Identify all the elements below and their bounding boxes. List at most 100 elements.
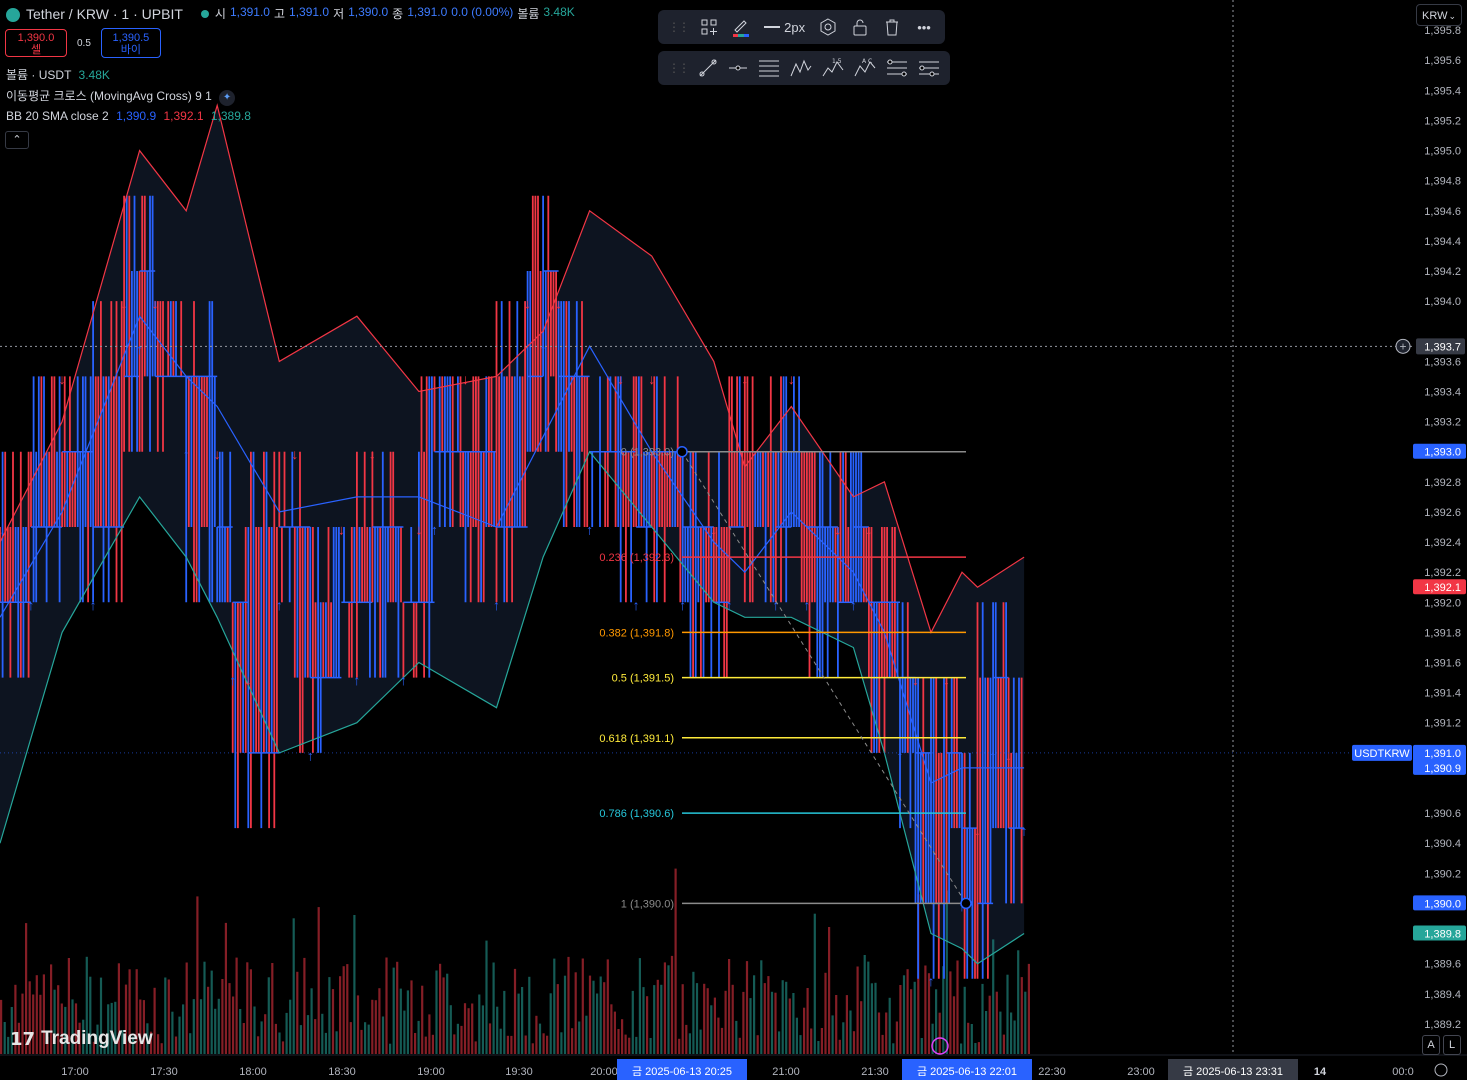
volume-bar: [442, 977, 445, 1054]
pattern-icon[interactable]: [790, 56, 812, 80]
sparkle-icon[interactable]: ✦: [219, 90, 236, 106]
volume-bar: [781, 980, 784, 1054]
volume-bar: [224, 922, 227, 1054]
lock-icon[interactable]: [849, 15, 871, 39]
volume-bar: [810, 1028, 813, 1054]
abc-pattern-icon[interactable]: A C: [854, 56, 876, 80]
buy-button[interactable]: 1,390.5 바이: [100, 28, 161, 58]
volume-bar: [339, 976, 342, 1054]
volume-bar: [710, 1005, 713, 1054]
volume-bar: [378, 988, 381, 1054]
volume-bar: [1002, 1034, 1005, 1054]
volume-bar: [306, 1015, 310, 1054]
volume-bar: [292, 918, 295, 1054]
fib-anchor-handle[interactable]: [676, 445, 688, 458]
volume-bar: [849, 1010, 852, 1054]
volume-bar: [581, 958, 584, 1054]
chart-settings-icon[interactable]: [1434, 1063, 1448, 1077]
volume-bar: [1006, 974, 1009, 1054]
settings-icon[interactable]: [817, 15, 839, 39]
price-axis-tick: 1,395.6: [1424, 55, 1461, 67]
volume-bar: [667, 965, 670, 1054]
volume-bar: [232, 996, 235, 1054]
tradingview-wordmark: TradingView: [41, 1028, 153, 1049]
volume-bar: [317, 907, 320, 1054]
drawing-toolbar-top: ⋮⋮ 2px •••: [658, 10, 945, 44]
sell-signal-arrow: ↓: [912, 672, 919, 688]
volume-bar: [506, 1035, 509, 1054]
bb-legend[interactable]: BB 20 SMA close 2 1,390.9 1,392.1 1,389.…: [6, 109, 251, 123]
volume-bar: [417, 1020, 420, 1054]
fib-channel-icon[interactable]: [886, 56, 908, 80]
volume-bar: [528, 976, 531, 1054]
volume-bar: [399, 988, 402, 1054]
sell-signal-arrow: ↓: [415, 522, 422, 538]
volume-bar: [874, 982, 877, 1054]
volume-bar: [517, 993, 520, 1054]
volume-bar: [310, 988, 313, 1054]
volume-bar: [242, 1023, 245, 1054]
drag-handle-icon[interactable]: ⋮⋮: [668, 20, 690, 34]
price-chart[interactable]: ↓ ↑ ↓ ↑ ↓ ↑ ↓ ↑ ↓ ↑ ↓ ↑ ↓ ↑ ↓ ↑ ↓ ↑ ↓ ↑ ↓ ↑ ↓ ↑ ↓ ↑ ↓ ↑ ↓ ↑ ↓ ↑ ↓ ↑ ↓ ↑ ↓ ↑ ↓ ↑…: [0, 0, 1467, 1080]
fib-anchor-handle[interactable]: [960, 897, 972, 910]
trend-line-icon[interactable]: [698, 56, 718, 80]
volume-bar: [596, 993, 599, 1054]
trash-icon[interactable]: [881, 15, 903, 39]
volume-bar: [456, 1023, 459, 1054]
tradingview-logo[interactable]: 𝟭𝟳 TradingView: [10, 1028, 153, 1050]
volume-bar: [892, 1043, 895, 1054]
ma-cross-legend[interactable]: 이동평균 크로스 (MovingAvg Cross) 9 1 ✦: [6, 87, 236, 106]
volume-bar: [774, 992, 777, 1054]
volume-bar: [656, 979, 659, 1054]
volume-bar: [852, 1031, 856, 1054]
volume-bar: [196, 896, 199, 1054]
more-icon[interactable]: •••: [913, 15, 935, 39]
volume-bar: [738, 1037, 741, 1054]
spread-value: 0.5: [77, 37, 91, 49]
fib-extension-icon[interactable]: [918, 56, 940, 80]
volume-bar: [167, 979, 170, 1054]
buy-signal-arrow: ↑: [493, 597, 500, 613]
buy-signal-arrow: ↑: [136, 341, 143, 357]
buy-signal-arrow: ↑: [229, 672, 236, 688]
volume-bar: [571, 1028, 574, 1054]
time-axis-tick: 19:30: [505, 1066, 533, 1078]
sell-button[interactable]: 1,390.0 셀: [5, 29, 67, 57]
templates-icon[interactable]: [698, 15, 720, 39]
symbol-header: Tether / KRW · 1 · UPBIT 시 1,391.0 고 1,391…: [6, 5, 575, 22]
fib-retracement-icon[interactable]: [758, 56, 780, 80]
sell-signal-arrow: ↓: [710, 522, 717, 538]
volume-bar: [431, 1034, 434, 1054]
drag-handle-icon[interactable]: ⋮⋮: [668, 61, 690, 75]
elliott-wave-icon[interactable]: 1 5: [822, 56, 844, 80]
currency-selector[interactable]: KRW ⌄: [1416, 4, 1462, 26]
volume-bar: [481, 1005, 484, 1054]
line-width-button[interactable]: 2px: [762, 15, 808, 39]
log-scale-button[interactable]: L: [1443, 1035, 1461, 1055]
collapse-legend-button[interactable]: ⌃: [5, 131, 29, 149]
price-label-text: 1,390.9: [1424, 763, 1461, 775]
volume-bar: [3, 1022, 6, 1054]
volume-legend[interactable]: 볼륨 · USDT 3.48K: [6, 66, 110, 83]
volume-bar: [992, 939, 995, 1054]
horizontal-line-icon[interactable]: [728, 56, 748, 80]
auto-scale-button[interactable]: A: [1422, 1035, 1440, 1055]
volume-bar: [164, 977, 167, 1054]
volume-bar: [760, 960, 763, 1054]
volume-bar: [349, 1022, 352, 1054]
time-axis-tick: 21:00: [772, 1066, 800, 1078]
volume-bar: [217, 998, 220, 1054]
price-axis-tick: 1,389.2: [1424, 1019, 1461, 1031]
price-axis-tick: 1,392.0: [1424, 597, 1461, 609]
add-alert-plus: +: [1399, 339, 1406, 353]
volume-bar: [628, 1037, 631, 1054]
symbol-title[interactable]: Tether / KRW · 1 · UPBIT: [26, 6, 183, 22]
volume-bar: [210, 970, 213, 1054]
line-color-icon[interactable]: [730, 15, 752, 39]
volume-bar: [7, 1036, 10, 1054]
volume-bar: [603, 982, 606, 1054]
volume-bar: [649, 1038, 652, 1054]
volume-bar: [353, 915, 356, 1054]
volume-bar: [910, 989, 913, 1054]
volume-bar: [367, 1024, 370, 1054]
